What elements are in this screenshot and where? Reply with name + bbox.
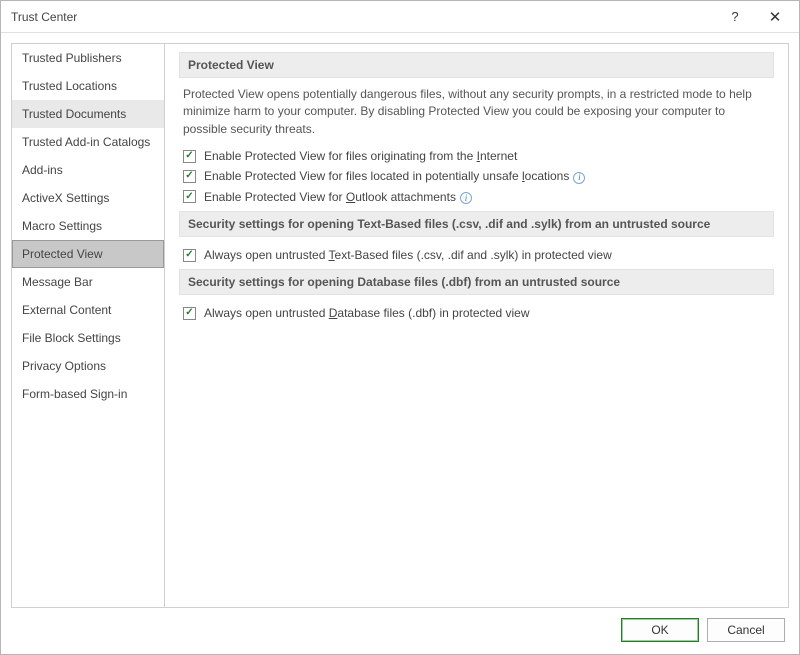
check-protected-view-internet[interactable]: ✓ xyxy=(183,150,196,163)
sidebar-item-label: Trusted Add-in Catalogs xyxy=(22,135,150,149)
info-icon[interactable]: i xyxy=(573,172,585,184)
checkmark-icon: ✓ xyxy=(185,308,193,318)
sidebar-item-trusted-addin-catalogs[interactable]: Trusted Add-in Catalogs xyxy=(12,128,164,156)
sidebar-item-label: Protected View xyxy=(22,247,103,261)
sidebar-item-label: Macro Settings xyxy=(22,219,102,233)
check-database[interactable]: ✓ xyxy=(183,307,196,320)
close-button[interactable]: ✕ xyxy=(755,3,795,31)
check-label: Enable Protected View for Outlook attach… xyxy=(204,190,472,205)
sidebar-item-file-block-settings[interactable]: File Block Settings xyxy=(12,324,164,352)
dialog-footer: OK Cancel xyxy=(1,608,799,654)
sidebar-item-add-ins[interactable]: Add-ins xyxy=(12,156,164,184)
sidebar-item-privacy-options[interactable]: Privacy Options xyxy=(12,352,164,380)
ok-button[interactable]: OK xyxy=(621,618,699,642)
info-icon[interactable]: i xyxy=(460,192,472,204)
sidebar-item-macro-settings[interactable]: Macro Settings xyxy=(12,212,164,240)
sidebar-item-label: Trusted Documents xyxy=(22,107,126,121)
content-pane: Protected View Protected View opens pote… xyxy=(165,43,789,608)
sidebar-item-label: Message Bar xyxy=(22,275,93,289)
sidebar-item-label: Add-ins xyxy=(22,163,63,177)
check-label: Always open untrusted Text-Based files (… xyxy=(204,248,612,262)
sidebar-item-activex-settings[interactable]: ActiveX Settings xyxy=(12,184,164,212)
checkmark-icon: ✓ xyxy=(185,171,193,181)
sidebar-item-label: Trusted Locations xyxy=(22,79,117,93)
check-label: Enable Protected View for files located … xyxy=(204,169,585,184)
check-protected-view-outlook-row: ✓ Enable Protected View for Outlook atta… xyxy=(179,187,774,208)
help-button[interactable]: ? xyxy=(715,3,755,31)
sidebar-item-label: Trusted Publishers xyxy=(22,51,122,65)
sidebar-item-label: External Content xyxy=(22,303,111,317)
titlebar: Trust Center ? ✕ xyxy=(1,1,799,33)
group-header-database: Security settings for opening Database f… xyxy=(179,269,774,295)
check-protected-view-unsafe-locations[interactable]: ✓ xyxy=(183,170,196,183)
check-label: Always open untrusted Database files (.d… xyxy=(204,306,530,320)
sidebar-item-protected-view[interactable]: Protected View xyxy=(12,240,164,268)
protected-view-description: Protected View opens potentially dangero… xyxy=(179,86,774,146)
sidebar-item-trusted-locations[interactable]: Trusted Locations xyxy=(12,72,164,100)
close-icon: ✕ xyxy=(769,8,782,26)
check-database-row: ✓ Always open untrusted Database files (… xyxy=(179,303,774,323)
group-header-text-based: Security settings for opening Text-Based… xyxy=(179,211,774,237)
sidebar-item-form-based-sign-in[interactable]: Form-based Sign-in xyxy=(12,380,164,408)
check-protected-view-internet-row: ✓ Enable Protected View for files origin… xyxy=(179,146,774,166)
sidebar-item-label: ActiveX Settings xyxy=(22,191,109,205)
sidebar-item-label: Privacy Options xyxy=(22,359,106,373)
group-header-protected-view: Protected View xyxy=(179,52,774,78)
checkmark-icon: ✓ xyxy=(185,192,193,202)
sidebar-item-trusted-publishers[interactable]: Trusted Publishers xyxy=(12,44,164,72)
check-text-based-row: ✓ Always open untrusted Text-Based files… xyxy=(179,245,774,265)
checkmark-icon: ✓ xyxy=(185,151,193,161)
sidebar-item-trusted-documents[interactable]: Trusted Documents xyxy=(12,100,164,128)
cancel-button[interactable]: Cancel xyxy=(707,618,785,642)
check-label: Enable Protected View for files originat… xyxy=(204,149,517,163)
check-text-based[interactable]: ✓ xyxy=(183,249,196,262)
check-protected-view-unsafe-locations-row: ✓ Enable Protected View for files locate… xyxy=(179,166,774,187)
sidebar-nav: Trusted Publishers Trusted Locations Tru… xyxy=(11,43,165,608)
dialog-body: Trusted Publishers Trusted Locations Tru… xyxy=(1,33,799,608)
check-protected-view-outlook[interactable]: ✓ xyxy=(183,190,196,203)
sidebar-item-label: File Block Settings xyxy=(22,331,121,345)
sidebar-item-message-bar[interactable]: Message Bar xyxy=(12,268,164,296)
sidebar-item-label: Form-based Sign-in xyxy=(22,387,127,401)
trust-center-dialog: Trust Center ? ✕ Trusted Publishers Trus… xyxy=(0,0,800,655)
dialog-title: Trust Center xyxy=(11,10,715,24)
sidebar-item-external-content[interactable]: External Content xyxy=(12,296,164,324)
checkmark-icon: ✓ xyxy=(185,250,193,260)
